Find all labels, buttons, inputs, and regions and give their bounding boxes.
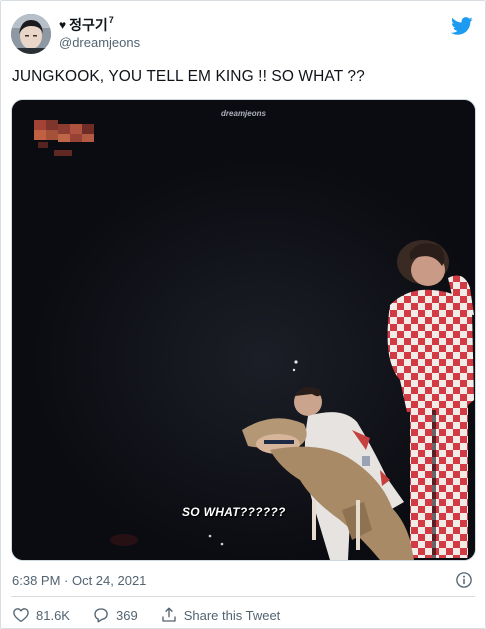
video-subtitle: SO WHAT?????? <box>182 505 286 519</box>
share-icon <box>160 606 178 624</box>
tweet-card: ♥ 정구기 7 @dreamjeons JUNGKOOK, YOU TELL E… <box>0 0 486 629</box>
share-button[interactable]: Share this Tweet <box>160 606 281 624</box>
heart-icon <box>12 606 30 624</box>
tweet-meta: 6:38 PM · Oct 24, 2021 <box>12 571 473 589</box>
divider <box>11 596 475 597</box>
user-handle[interactable]: @dreamjeons <box>59 35 140 51</box>
info-icon[interactable] <box>455 571 473 589</box>
like-count: 81.6K <box>36 607 70 623</box>
tweet-actions: 81.6K 369 Share this Tweet <box>12 604 280 626</box>
video-watermark: dreamjeons <box>221 109 266 118</box>
user-info[interactable]: ♥ 정구기 7 @dreamjeons <box>59 15 140 51</box>
display-name-superscript: 7 <box>108 15 114 26</box>
reply-button[interactable]: 369 <box>92 606 138 624</box>
heart-emoji: ♥ <box>59 18 67 33</box>
avatar[interactable] <box>11 14 51 54</box>
video-frame <box>12 100 475 560</box>
like-button[interactable]: 81.6K <box>12 606 70 624</box>
tweet-media-video[interactable]: dreamjeons SO WHAT?????? <box>11 99 476 561</box>
timestamp[interactable]: 6:38 PM · Oct 24, 2021 <box>12 573 146 588</box>
display-name[interactable]: ♥ 정구기 7 <box>59 15 140 35</box>
reply-count: 369 <box>115 607 138 623</box>
display-name-text: 정구기 <box>69 17 108 34</box>
twitter-bird-icon[interactable] <box>451 15 473 37</box>
reply-icon <box>92 606 110 624</box>
tweet-header: ♥ 정구기 7 @dreamjeons <box>11 11 475 57</box>
tweet-text: JUNGKOOK, YOU TELL EM KING !! SO WHAT ?? <box>12 68 365 85</box>
share-label: Share this Tweet <box>183 607 281 623</box>
